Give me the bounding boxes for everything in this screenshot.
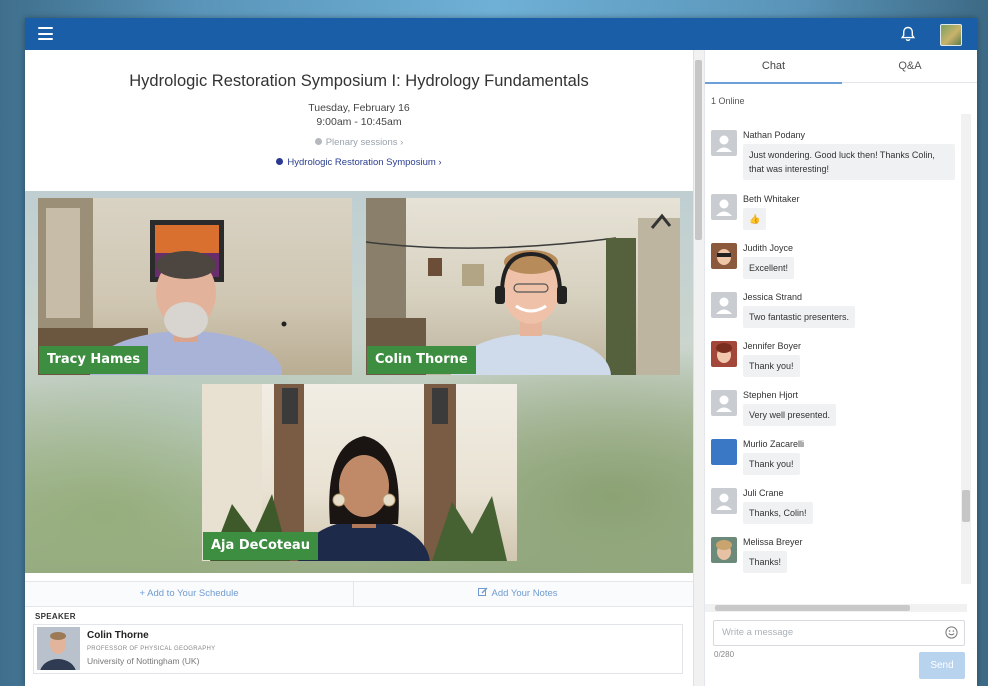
chat-message: Nathan Podany Just wondering. Good luck … <box>711 128 961 180</box>
chat-text: Thank you! <box>743 453 800 475</box>
add-to-schedule-label: + Add to Your Schedule <box>139 588 239 599</box>
session-title: Hydrologic Restoration Symposium I: Hydr… <box>129 72 589 90</box>
chat-sender: Jennifer Boyer <box>743 341 802 351</box>
speaker-role: PROFESSOR OF PHYSICAL GEOGRAPHY <box>87 646 216 652</box>
chat-text: Thank you! <box>743 355 800 377</box>
default-avatar-icon <box>711 130 737 156</box>
chat-horizontal-scrollbar[interactable] <box>705 604 967 612</box>
video-tile-tracy-hames[interactable]: Tracy Hames <box>38 198 352 375</box>
chat-message: Murlio Zacarelli Thank you! <box>711 437 961 483</box>
default-avatar-icon <box>711 194 737 220</box>
session-date: Tuesday, February 16 <box>308 102 410 114</box>
user-photo-avatar <box>711 243 737 269</box>
scrollbar-thumb[interactable] <box>962 490 970 522</box>
message-input[interactable] <box>714 621 946 643</box>
add-notes-label: Add Your Notes <box>491 588 558 599</box>
speaker-section-label: SPEAKER <box>35 612 76 621</box>
track-link-hydrologic-restoration[interactable]: Hydrologic Restoration Symposium › <box>25 157 693 168</box>
chat-panel: Chat Q&A 1 Online Nathan Podany Just won… <box>704 50 977 686</box>
chat-sender: Jessica Strand <box>743 292 803 302</box>
scrollbar-thumb[interactable] <box>715 605 910 611</box>
user-photo-avatar <box>711 537 737 563</box>
online-count: 1 Online <box>711 96 745 106</box>
tab-chat[interactable]: Chat <box>705 50 842 84</box>
default-avatar-icon <box>711 488 737 514</box>
chat-message: Beth Whitaker 👍 <box>711 192 961 238</box>
session-actions: + Add to Your Schedule Add Your Notes <box>25 581 693 607</box>
speaker-card[interactable]: Colin Thorne PROFESSOR OF PHYSICAL GEOGR… <box>33 624 683 674</box>
chat-sender: Melissa Breyer <box>743 537 803 547</box>
chat-message: Melissa Breyer Thanks! <box>711 535 961 581</box>
chat-sender: Juli Crane <box>743 488 784 498</box>
session-panel: Hydrologic Restoration Symposium I: Hydr… <box>25 50 693 686</box>
chat-sender: Beth Whitaker <box>743 194 800 204</box>
chat-text: Very well presented. <box>743 404 837 426</box>
chat-message: Stephen Hjort Very well presented. <box>711 388 961 434</box>
speaker-name: Colin Thorne <box>87 630 149 641</box>
participant-name-tag: Tracy Hames <box>39 346 149 374</box>
user-avatar[interactable] <box>940 24 962 46</box>
track-label: Plenary sessions › <box>325 137 404 148</box>
chat-message: Jennifer Boyer Thank you! <box>711 339 961 385</box>
participant-name-tag: Aja DeCoteau <box>203 532 318 560</box>
chat-text: Just wondering. Good luck then! Thanks C… <box>743 144 955 180</box>
track-label: Hydrologic Restoration Symposium › <box>287 157 442 168</box>
chat-sender: Murlio Zacarelli <box>743 439 805 449</box>
user-photo-avatar <box>711 341 737 367</box>
menu-icon[interactable] <box>38 27 53 40</box>
bell-icon[interactable] <box>899 25 917 43</box>
default-avatar-icon <box>711 292 737 318</box>
track-dot <box>276 158 284 165</box>
webinar-app: Hydrologic Restoration Symposium I: Hydr… <box>25 18 977 686</box>
send-button[interactable]: Send <box>919 652 965 679</box>
chat-message: Judith Joyce Excellent! <box>711 241 961 287</box>
chat-text: Thanks! <box>743 551 788 573</box>
chat-message: Juli Crane Thanks, Colin! <box>711 486 961 532</box>
chat-message: Jessica Strand Two fantastic presenters. <box>711 290 961 336</box>
chat-sender: Nathan Podany <box>743 130 806 140</box>
session-time: 9:00am - 10:45am <box>316 116 402 128</box>
default-avatar-icon <box>711 390 737 416</box>
track-dot <box>314 138 322 145</box>
video-tile-colin-thorne[interactable]: Colin Thorne <box>366 198 680 375</box>
tab-qa[interactable]: Q&A <box>842 50 977 83</box>
chat-text: Excellent! <box>743 257 795 279</box>
chat-text: 👍 <box>743 208 767 230</box>
participant-name-tag: Colin Thorne <box>367 346 476 374</box>
top-bar <box>25 18 977 50</box>
chat-text: Thanks, Colin! <box>743 502 813 524</box>
edit-icon <box>478 587 488 596</box>
chat-text: Two fantastic presenters. <box>743 306 856 328</box>
chat-sender: Judith Joyce <box>743 243 794 253</box>
add-notes-button[interactable]: Add Your Notes <box>354 582 682 606</box>
video-stage: Tracy Hames Colin Thorne Aja DeCoteau <box>25 191 693 573</box>
session-scrollbar[interactable] <box>693 50 704 686</box>
add-to-schedule-button[interactable]: + Add to Your Schedule <box>25 582 354 606</box>
track-link-plenary[interactable]: Plenary sessions › <box>25 137 693 148</box>
speaker-photo <box>37 627 80 670</box>
character-count: 0/280 <box>714 650 735 659</box>
smiley-icon[interactable] <box>945 626 958 639</box>
scrollbar-thumb[interactable] <box>695 60 702 240</box>
chat-message-list: Nathan Podany Just wondering. Good luck … <box>705 114 967 584</box>
speaker-organization: University of Nottingham (UK) <box>87 656 200 666</box>
message-composer <box>713 620 965 646</box>
video-tile-aja-decoteau[interactable]: Aja DeCoteau <box>202 384 517 561</box>
user-photo-avatar <box>711 439 737 465</box>
chat-scrollbar[interactable] <box>961 114 971 584</box>
chat-sender: Stephen Hjort <box>743 390 799 400</box>
